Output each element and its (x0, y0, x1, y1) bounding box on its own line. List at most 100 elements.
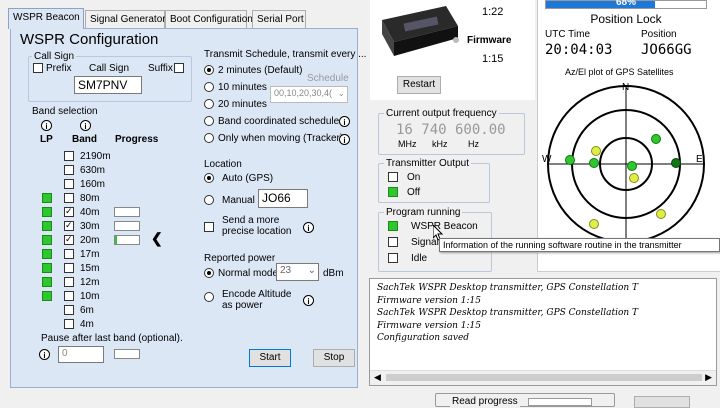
band-checkbox-40m[interactable] (64, 206, 74, 217)
page-title: WSPR Configuration (20, 31, 159, 48)
location-manual-radio[interactable] (204, 195, 214, 205)
schedule-option-label: 20 minutes (218, 99, 267, 110)
band-checkbox-160m[interactable] (64, 179, 74, 189)
band-checkbox-2190m[interactable] (64, 151, 74, 161)
scroll-left-icon[interactable]: ◀ (374, 372, 381, 383)
pause-info-icon[interactable]: i (39, 349, 50, 360)
satellite-dot (629, 173, 639, 183)
band-label: 160m (80, 179, 106, 190)
read-progress-label: Read progress (450, 396, 520, 407)
band-label: 2190m (80, 151, 111, 162)
firmware-value: 1:15 (482, 53, 504, 65)
stop-button[interactable]: Stop (313, 349, 355, 367)
band-checkbox-30m[interactable] (64, 220, 74, 231)
program-wspr-label: WSPR Beacon (411, 221, 478, 232)
precise-location-checkbox[interactable] (204, 222, 214, 232)
device-connector (453, 37, 459, 43)
current-band-arrow-icon: ❮ (151, 230, 163, 246)
log-line: Configuration saved (377, 333, 470, 343)
precise-location-label: Send a more precise location (222, 215, 292, 237)
band-progress-20m (114, 235, 140, 245)
log-horizontal-scrollbar[interactable]: ◀ ▶ (370, 370, 716, 385)
band-checkbox-6m[interactable] (64, 305, 74, 315)
tab-serial-port[interactable]: Serial Port (252, 10, 306, 28)
band-label: 30m (80, 221, 100, 232)
band-coordinated-info-icon[interactable]: i (339, 116, 350, 127)
normal-mode-label: Normal mode (218, 268, 279, 279)
band-progress-40m (114, 207, 140, 217)
log-line: Firmware version 1:15 (377, 320, 482, 331)
call-sign-input[interactable]: SM7PNV (74, 76, 142, 94)
band-progress-fill (115, 236, 118, 244)
tracker-info-icon[interactable]: i (339, 134, 350, 145)
lp-indicator-12m (42, 277, 52, 287)
scrollbar-thumb[interactable] (386, 374, 702, 381)
lp-info-icon[interactable]: i (41, 120, 52, 131)
tx-on-label: On (407, 172, 421, 183)
schedule-select[interactable]: 00,10,20,30,4(⌄ (270, 86, 348, 103)
west-label: W (542, 154, 552, 165)
mhz-label: MHz (398, 139, 417, 149)
band-checkbox-17m[interactable] (64, 249, 74, 259)
tab-wspr-beacon[interactable]: WSPR Beacon (8, 8, 84, 29)
prefix-label: Prefix (46, 63, 72, 74)
scroll-right-icon[interactable]: ▶ (705, 372, 712, 383)
band-checkbox-630m[interactable] (64, 165, 74, 175)
frequency-title: Current output frequency (384, 108, 499, 119)
power-encode-altitude-radio[interactable] (204, 292, 214, 302)
tx-off-label: Off (407, 187, 421, 198)
band-info-icon[interactable]: i (80, 120, 91, 131)
tab-boot-configuration[interactable]: Boot Configuration (165, 10, 253, 28)
precise-location-info-icon[interactable]: i (303, 222, 314, 233)
band-label: 15m (80, 263, 100, 274)
bottom-button[interactable] (634, 396, 690, 408)
power-normal-radio[interactable] (204, 268, 214, 278)
start-button[interactable]: Start (249, 349, 291, 367)
log-panel[interactable]: SachTek WSPR Desktop transmitter, GPS Co… (369, 278, 717, 386)
band-checkbox-4m[interactable] (64, 319, 74, 329)
band-label: 20m (80, 235, 100, 246)
utc-time-value: 20:04:03 (545, 42, 613, 58)
band-checkbox-20m[interactable] (64, 234, 74, 245)
power-select[interactable]: 23 ⌄ (276, 263, 319, 281)
schedule-label: Schedule (307, 73, 349, 84)
band-selection-label: Band selection (32, 106, 98, 117)
band-checkbox-12m[interactable] (64, 277, 74, 287)
khz-label: kHz (432, 139, 448, 149)
tab-label: Signal Generator (90, 14, 166, 25)
prefix-checkbox[interactable] (33, 63, 43, 73)
band-checkbox-15m[interactable] (64, 263, 74, 273)
program-signal-indicator (388, 237, 398, 247)
tab-signal-generator[interactable]: Signal Generator (85, 10, 166, 28)
lp-indicator-17m (42, 249, 52, 259)
device-image (382, 6, 459, 56)
call-sign-label: Call Sign (89, 63, 130, 74)
band-label: 80m (80, 193, 100, 204)
schedule-10min-radio[interactable] (204, 82, 214, 92)
band-checkbox-10m[interactable] (64, 291, 74, 301)
position-lock-label: Position Lock (590, 12, 662, 26)
band-checkbox-80m[interactable] (64, 193, 74, 203)
tooltip: Information of the running software rout… (439, 238, 720, 252)
encode-altitude-info-icon[interactable]: i (303, 295, 314, 306)
suffix-checkbox[interactable] (174, 63, 184, 73)
pause-input[interactable]: 0 (58, 346, 104, 363)
program-running-title: Program running (384, 207, 463, 218)
east-label: E (696, 154, 703, 165)
restart-button[interactable]: Restart (397, 76, 441, 94)
location-auto-radio[interactable] (204, 173, 214, 183)
schedule-2min-radio[interactable] (204, 65, 214, 75)
position-label: Position (641, 29, 677, 40)
chevron-down-icon: ⌄ (307, 265, 316, 276)
reported-power-title: Reported power (204, 253, 276, 264)
manual-locator-input[interactable]: JO66 (258, 189, 308, 208)
frequency-value: 16 740 600.00 (396, 122, 506, 138)
gps-progress-text: 68% (615, 0, 636, 8)
schedule-band-coordinated-radio[interactable] (204, 116, 214, 126)
schedule-20min-radio[interactable] (204, 99, 214, 109)
band-label: 6m (80, 305, 94, 316)
manual-label: Manual (222, 195, 255, 206)
log-line: SachTek WSPR Desktop transmitter, GPS Co… (377, 308, 639, 318)
lp-indicator-30m (42, 221, 52, 231)
schedule-tracker-radio[interactable] (204, 133, 214, 143)
